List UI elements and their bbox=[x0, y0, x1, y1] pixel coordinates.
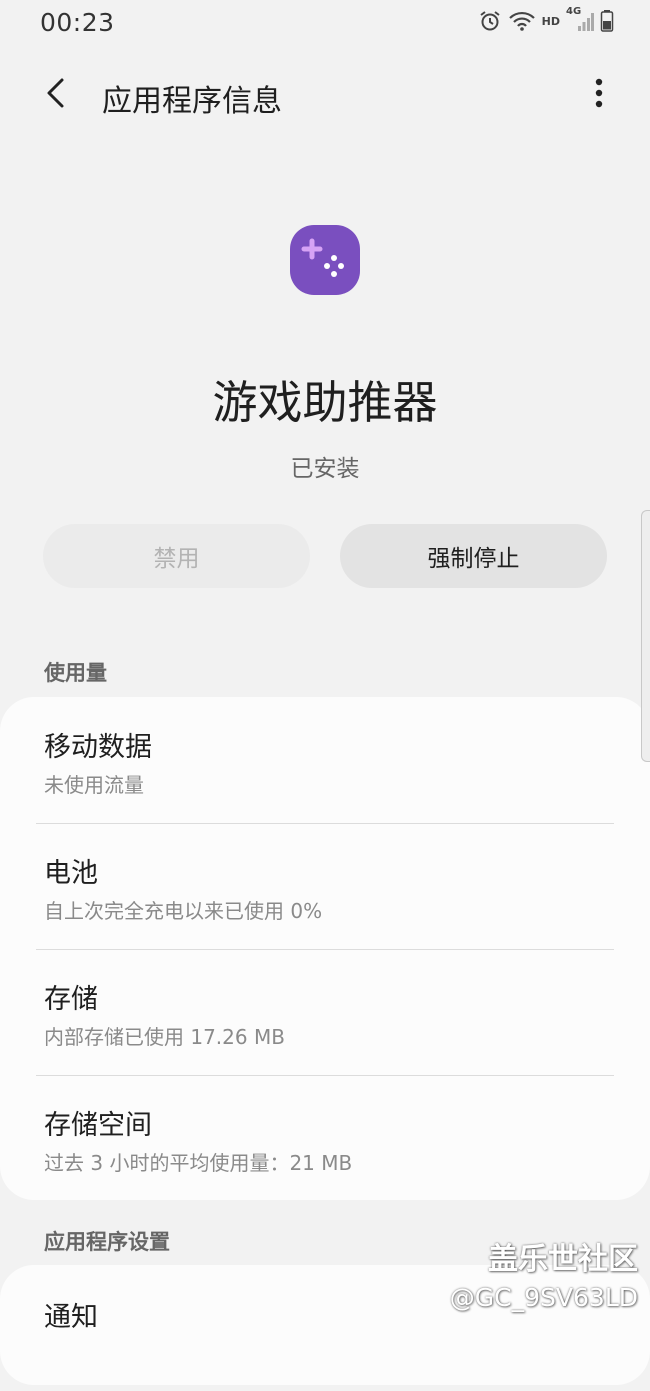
more-options-button[interactable] bbox=[584, 70, 614, 120]
app-bar: 应用程序信息 bbox=[0, 62, 650, 128]
hd-label: HD bbox=[541, 14, 560, 28]
row-title: 电池 bbox=[44, 858, 98, 889]
row-title: 存储 bbox=[44, 984, 98, 1015]
memory-row[interactable]: 存储空间 过去 3 小时的平均使用量：21 MB bbox=[0, 1075, 650, 1201]
watermark-handle: @GC_9SV63LD bbox=[449, 1283, 638, 1312]
row-subtitle: 未使用流量 bbox=[44, 773, 144, 797]
usage-card: 移动数据 未使用流量 电池 自上次完全充电以来已使用 0% 存储 内部存储已使用… bbox=[0, 697, 650, 1200]
wifi-icon bbox=[508, 10, 536, 32]
signal-icon: 4G bbox=[566, 6, 594, 33]
app-settings-section-header: 应用程序设置 bbox=[44, 1230, 170, 1254]
status-time: 00:23 bbox=[40, 8, 115, 37]
row-subtitle: 过去 3 小时的平均使用量：21 MB bbox=[44, 1151, 353, 1175]
status-bar: 00:23 HD 4G bbox=[0, 0, 650, 46]
scrollbar-thumb[interactable] bbox=[641, 510, 650, 762]
app-install-status: 已安装 bbox=[290, 456, 360, 482]
storage-row[interactable]: 存储 内部存储已使用 17.26 MB bbox=[0, 949, 650, 1075]
disable-button[interactable]: 禁用 bbox=[43, 524, 310, 588]
mobile-data-row[interactable]: 移动数据 未使用流量 bbox=[0, 697, 650, 823]
alarm-icon bbox=[478, 9, 502, 33]
game-controller-icon bbox=[290, 225, 360, 295]
page-title: 应用程序信息 bbox=[102, 84, 282, 119]
battery-icon bbox=[600, 9, 614, 33]
status-icons: HD 4G bbox=[478, 6, 614, 33]
row-title: 存储空间 bbox=[44, 1110, 152, 1141]
row-title: 通知 bbox=[44, 1302, 98, 1333]
force-stop-button[interactable]: 强制停止 bbox=[340, 524, 607, 588]
watermark-title: 盖乐世社区 bbox=[488, 1242, 638, 1277]
chevron-left-icon bbox=[45, 77, 67, 113]
row-subtitle: 自上次完全充电以来已使用 0% bbox=[44, 899, 323, 923]
more-vertical-icon bbox=[595, 78, 603, 112]
usage-section-header: 使用量 bbox=[44, 661, 107, 685]
app-name: 游戏助推器 bbox=[212, 376, 438, 429]
battery-row[interactable]: 电池 自上次完全充电以来已使用 0% bbox=[0, 823, 650, 949]
row-subtitle: 内部存储已使用 17.26 MB bbox=[44, 1025, 285, 1049]
back-button[interactable] bbox=[34, 70, 78, 120]
row-title: 移动数据 bbox=[44, 732, 152, 763]
